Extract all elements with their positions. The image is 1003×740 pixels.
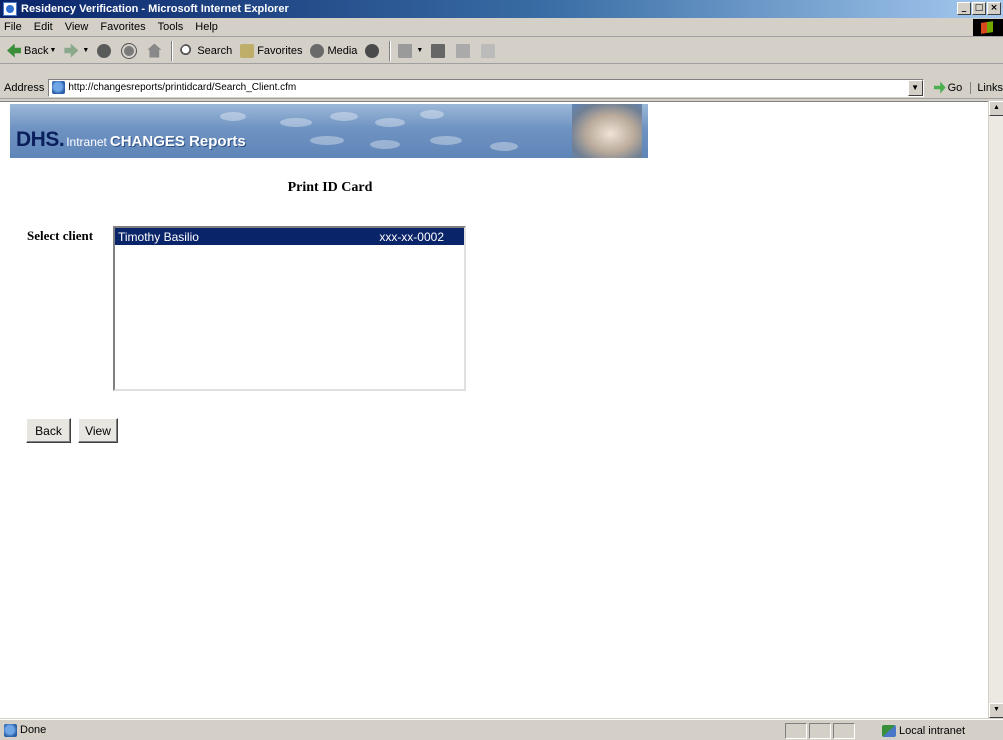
back-arrow-icon [7,43,21,58]
home-icon [147,43,162,58]
page-title: Print ID Card [287,180,373,195]
home-button[interactable] [143,40,168,62]
local-intranet-icon [881,725,896,737]
history-button[interactable] [361,40,386,62]
brand-app-name: CHANGES Reports [109,133,246,150]
status-text: Done [20,724,47,736]
mail-icon [398,43,413,58]
vertical-scrollbar[interactable]: ▲ ▼ [988,101,1003,718]
edit-button[interactable] [452,40,477,62]
menu-view[interactable]: View [59,21,95,33]
window-title-bar: Residency Verification - Microsoft Inter… [0,0,1003,18]
favorites-icon [240,43,255,58]
close-button[interactable]: × [987,2,1001,15]
banner-decoration [420,110,444,119]
banner-decoration [220,112,246,121]
dhs-banner: DHS. Intranet CHANGES Reports [10,104,648,158]
go-arrow-icon [933,81,946,94]
select-client-label: Select client [27,228,94,243]
banner-decoration [370,140,400,149]
discuss-icon [481,43,496,58]
client-listbox[interactable]: Timothy Basilio xxx-xx-0002 [113,226,466,391]
client-option[interactable]: Timothy Basilio xxx-xx-0002 [115,228,464,245]
status-panel [785,723,807,739]
window-controls: _ □ × [957,2,1001,15]
page-icon [52,81,66,94]
refresh-icon [122,43,137,58]
menu-bar: File Edit View Favorites Tools Help [0,18,1003,37]
toolbar-separator [389,40,392,61]
status-panel [833,723,855,739]
address-dropdown-button[interactable]: ▼ [907,79,923,96]
media-icon [310,43,325,58]
forward-arrow-icon [64,43,79,58]
menu-favorites[interactable]: Favorites [94,21,151,33]
banner-photo [572,104,642,158]
status-bar: Done Local intranet [0,719,1003,740]
forward-dropdown-icon[interactable]: ▼ [82,47,89,54]
ie-icon [3,2,17,16]
client-name: Timothy Basilio [118,229,199,244]
discuss-button[interactable] [477,40,502,62]
edit-icon [456,43,471,58]
print-button[interactable] [427,40,452,62]
brand-intranet: Intranet [66,135,107,149]
mail-button[interactable]: ▼ [394,40,427,62]
status-panel [809,723,831,739]
maximize-button[interactable]: □ [972,2,986,15]
stop-icon [97,43,112,58]
security-zone: Local intranet [881,723,965,739]
page-status-icon [4,723,17,737]
address-input[interactable]: http://changesreports/printidcard/Search… [48,78,924,97]
address-url: http://changesreports/printidcard/Search… [68,82,297,93]
media-label: Media [327,44,358,57]
windows-logo-icon [973,19,1003,36]
links-button[interactable]: Links [970,81,1003,94]
minimize-button[interactable]: _ [957,2,971,15]
toolbar-separator [171,40,174,61]
back-toolbar-button[interactable]: Back ▼ [3,40,60,62]
favorites-label: Favorites [257,44,303,57]
scroll-down-button[interactable]: ▼ [989,703,1003,718]
window-title: Residency Verification - Microsoft Inter… [21,3,289,15]
address-label: Address [4,81,45,94]
search-icon [180,43,195,58]
forward-toolbar-button[interactable]: ▼ [60,40,93,62]
search-label: Search [197,44,233,57]
banner-decoration [490,142,518,151]
refresh-button[interactable] [118,40,143,62]
banner-brand: DHS. Intranet CHANGES Reports [16,128,246,152]
stop-button[interactable] [93,40,118,62]
address-bar: Address http://changesreports/printidcar… [0,77,1003,99]
back-button[interactable]: Back [26,418,71,443]
view-button[interactable]: View [78,418,118,443]
menu-tools[interactable]: Tools [152,21,190,33]
back-dropdown-icon[interactable]: ▼ [49,47,56,54]
search-button[interactable]: Search [176,40,236,62]
banner-decoration [330,112,358,121]
menu-edit[interactable]: Edit [28,21,59,33]
go-label: Go [947,81,963,94]
standard-toolbar: Back ▼ ▼ Search Favorites Media ▼ [0,38,1003,64]
zone-label: Local intranet [898,725,965,737]
favorites-button[interactable]: Favorites [236,40,306,62]
media-button[interactable]: Media [306,40,361,62]
mail-dropdown-icon[interactable]: ▼ [416,47,423,54]
scroll-up-button[interactable]: ▲ [989,101,1003,116]
print-icon [431,43,446,58]
menu-file[interactable]: File [0,21,28,33]
banner-decoration [375,118,405,127]
history-icon [365,43,380,58]
client-ssn: xxx-xx-0002 [379,229,444,244]
banner-decoration [280,118,312,127]
banner-decoration [430,136,462,145]
menu-help[interactable]: Help [189,21,224,33]
brand-dhs: DHS. [16,128,65,151]
banner-decoration [310,136,344,145]
go-button[interactable]: Go [933,81,963,94]
page-content: DHS. Intranet CHANGES Reports Print ID C… [0,101,988,718]
back-toolbar-label: Back [24,44,49,57]
